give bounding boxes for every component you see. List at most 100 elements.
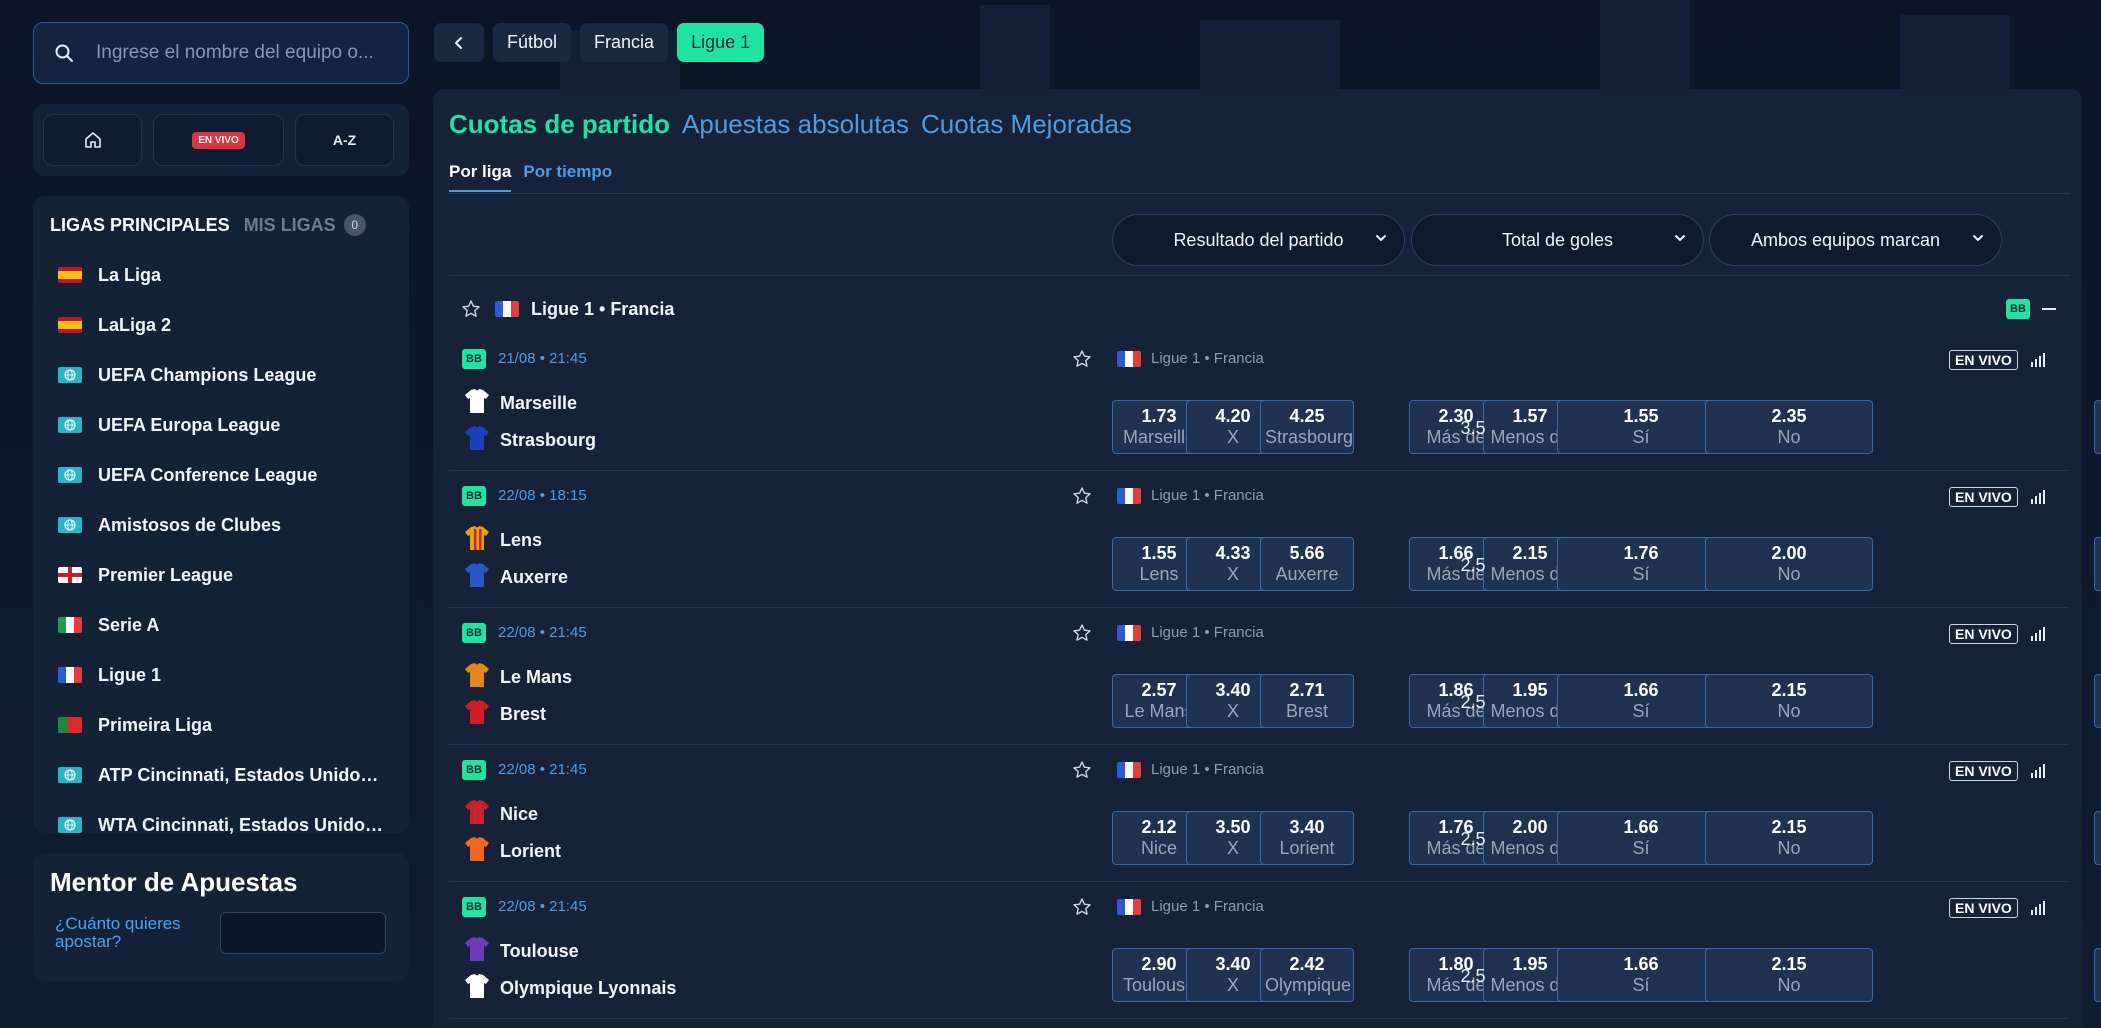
- sidebar-league-item[interactable]: WTA Cincinnati, Estados Unidos...: [50, 800, 392, 850]
- odds-button[interactable]: 1.76 Sí: [1557, 537, 1725, 591]
- more-markets-count: +390: [2095, 816, 2101, 830]
- more-markets-button[interactable]: +396: [2094, 674, 2101, 728]
- market-select-goals[interactable]: Total de goles: [1411, 214, 1704, 266]
- odds-button[interactable]: 2.42 Olympique: [1260, 948, 1354, 1002]
- star-icon[interactable]: [1072, 760, 1092, 780]
- odds-button[interactable]: 1.66 Sí: [1557, 674, 1725, 728]
- odds-value: 3.40: [1289, 817, 1325, 837]
- more-markets-button[interactable]: +410: [2094, 400, 2101, 454]
- star-icon[interactable]: [1072, 349, 1092, 369]
- chevron-down-icon: [1376, 235, 1386, 242]
- tab-outright[interactable]: Apuestas absolutas: [682, 109, 909, 140]
- globe-icon: [58, 767, 82, 783]
- back-button[interactable]: [434, 23, 484, 62]
- star-icon[interactable]: [1072, 897, 1092, 917]
- odds-button[interactable]: 4.25 Strasbourg: [1260, 400, 1354, 454]
- team-away[interactable]: Auxerre: [462, 560, 568, 595]
- tab-by-league[interactable]: Por liga: [449, 162, 512, 192]
- market-select-btts[interactable]: Ambos equipos marcan: [1709, 214, 2002, 266]
- star-icon[interactable]: [1072, 623, 1092, 643]
- sidebar-league-item[interactable]: La Liga: [50, 250, 392, 300]
- odds-value: 1.55: [1623, 406, 1659, 426]
- tab-my-leagues[interactable]: MIS LIGAS: [244, 215, 336, 236]
- more-markets-count: +410: [2095, 405, 2101, 419]
- sidebar-league-item[interactable]: LaLiga 2: [50, 300, 392, 350]
- sidebar-league-item[interactable]: Premier League: [50, 550, 392, 600]
- odds-value: 2.15: [1771, 817, 1807, 837]
- sidebar-league-item[interactable]: Ligue 1: [50, 650, 392, 700]
- az-button[interactable]: A-Z: [295, 114, 394, 166]
- odds-label: Sí: [1632, 975, 1650, 995]
- odds-button[interactable]: 2.00 No: [1705, 537, 1873, 591]
- live-label[interactable]: EN VIVO: [1949, 761, 2018, 781]
- odds-button[interactable]: 1.66 Sí: [1557, 811, 1725, 865]
- team-name: Brest: [500, 704, 547, 724]
- sidebar-league-item[interactable]: UEFA Conference League: [50, 450, 392, 500]
- breadcrumb-item-football[interactable]: Fútbol: [493, 23, 572, 62]
- live-label[interactable]: EN VIVO: [1949, 350, 2018, 370]
- search-input[interactable]: [96, 42, 386, 64]
- league-name: Serie A: [98, 614, 160, 635]
- home-button[interactable]: [43, 114, 142, 166]
- more-markets-button[interactable]: +388: [2094, 948, 2101, 1002]
- live-label[interactable]: EN VIVO: [1949, 624, 2018, 644]
- team-home[interactable]: Nice: [462, 797, 538, 832]
- match-league: Ligue 1 • Francia: [1117, 487, 1264, 504]
- team-home[interactable]: Le Mans: [462, 660, 572, 695]
- group-title: Ligue 1 • Francia: [531, 298, 675, 319]
- odds-button[interactable]: 2.71 Brest: [1260, 674, 1354, 728]
- tab-boosted-odds[interactable]: Cuotas Mejoradas: [921, 109, 1132, 140]
- bet-builder-badge: BB: [462, 486, 486, 506]
- stats-icon[interactable]: [2030, 353, 2046, 367]
- search-icon: [55, 44, 73, 62]
- main-panel: Cuotas de partido Apuestas absolutas Cuo…: [433, 89, 2101, 1028]
- sidebar-league-item[interactable]: Primeira Liga: [50, 700, 392, 750]
- market-select-result[interactable]: Resultado del partido: [1112, 214, 1405, 266]
- sidebar-league-item[interactable]: Amistosos de Clubes: [50, 500, 392, 550]
- stats-icon[interactable]: [2030, 627, 2046, 641]
- shirt-icon: [462, 423, 492, 458]
- more-markets-button[interactable]: +390: [2094, 811, 2101, 865]
- stats-icon[interactable]: [2030, 901, 2046, 915]
- bet-amount-input[interactable]: [220, 912, 386, 954]
- team-away[interactable]: Strasbourg: [462, 423, 596, 458]
- tab-match-odds[interactable]: Cuotas de partido: [449, 109, 670, 140]
- sidebar: EN VIVO A-Z LIGAS PRINCIPALES MIS LIGAS …: [33, 22, 409, 981]
- odds-button[interactable]: 2.35 No: [1705, 400, 1873, 454]
- search-box[interactable]: [33, 22, 409, 84]
- live-label[interactable]: EN VIVO: [1949, 487, 2018, 507]
- odds-button[interactable]: 2.15 No: [1705, 674, 1873, 728]
- odds-button[interactable]: 3.40 Lorient: [1260, 811, 1354, 865]
- star-icon[interactable]: [461, 299, 481, 319]
- team-away[interactable]: Olympique Lyonnais: [462, 971, 676, 1006]
- team-home[interactable]: Lens: [462, 523, 542, 558]
- live-label[interactable]: EN VIVO: [1949, 898, 2018, 918]
- odds-button[interactable]: 1.55 Sí: [1557, 400, 1725, 454]
- odds-button[interactable]: 1.66 Sí: [1557, 948, 1725, 1002]
- collapse-icon[interactable]: [2042, 308, 2056, 310]
- odds-button[interactable]: 2.15 No: [1705, 811, 1873, 865]
- stats-icon[interactable]: [2030, 764, 2046, 778]
- odds-button[interactable]: 5.66 Auxerre: [1260, 537, 1354, 591]
- breadcrumb-item-ligue1[interactable]: Ligue 1: [677, 23, 765, 62]
- live-button[interactable]: EN VIVO: [153, 114, 284, 166]
- sidebar-league-item[interactable]: ATP Cincinnati, Estados Unidos,...: [50, 750, 392, 800]
- chevron-left-icon: [455, 36, 462, 49]
- flag-it-icon: [58, 617, 82, 633]
- stats-icon[interactable]: [2030, 490, 2046, 504]
- team-home[interactable]: Marseille: [462, 386, 577, 421]
- star-icon[interactable]: [1072, 486, 1092, 506]
- team-home[interactable]: Toulouse: [462, 934, 579, 969]
- more-markets-button[interactable]: +397: [2094, 537, 2101, 591]
- odds-button[interactable]: 2.15 No: [1705, 948, 1873, 1002]
- tab-by-time[interactable]: Por tiempo: [523, 162, 612, 192]
- flag-fr-icon: [495, 301, 519, 317]
- sidebar-league-item[interactable]: UEFA Champions League: [50, 350, 392, 400]
- leagues-panel: LIGAS PRINCIPALES MIS LIGAS 0 La Liga LaL…: [33, 196, 409, 835]
- team-away[interactable]: Lorient: [462, 834, 561, 869]
- sidebar-league-item[interactable]: UEFA Europa League: [50, 400, 392, 450]
- team-away[interactable]: Brest: [462, 697, 546, 732]
- breadcrumb-item-france[interactable]: Francia: [580, 23, 669, 62]
- tab-main-leagues[interactable]: LIGAS PRINCIPALES: [50, 215, 230, 236]
- sidebar-league-item[interactable]: Serie A: [50, 600, 392, 650]
